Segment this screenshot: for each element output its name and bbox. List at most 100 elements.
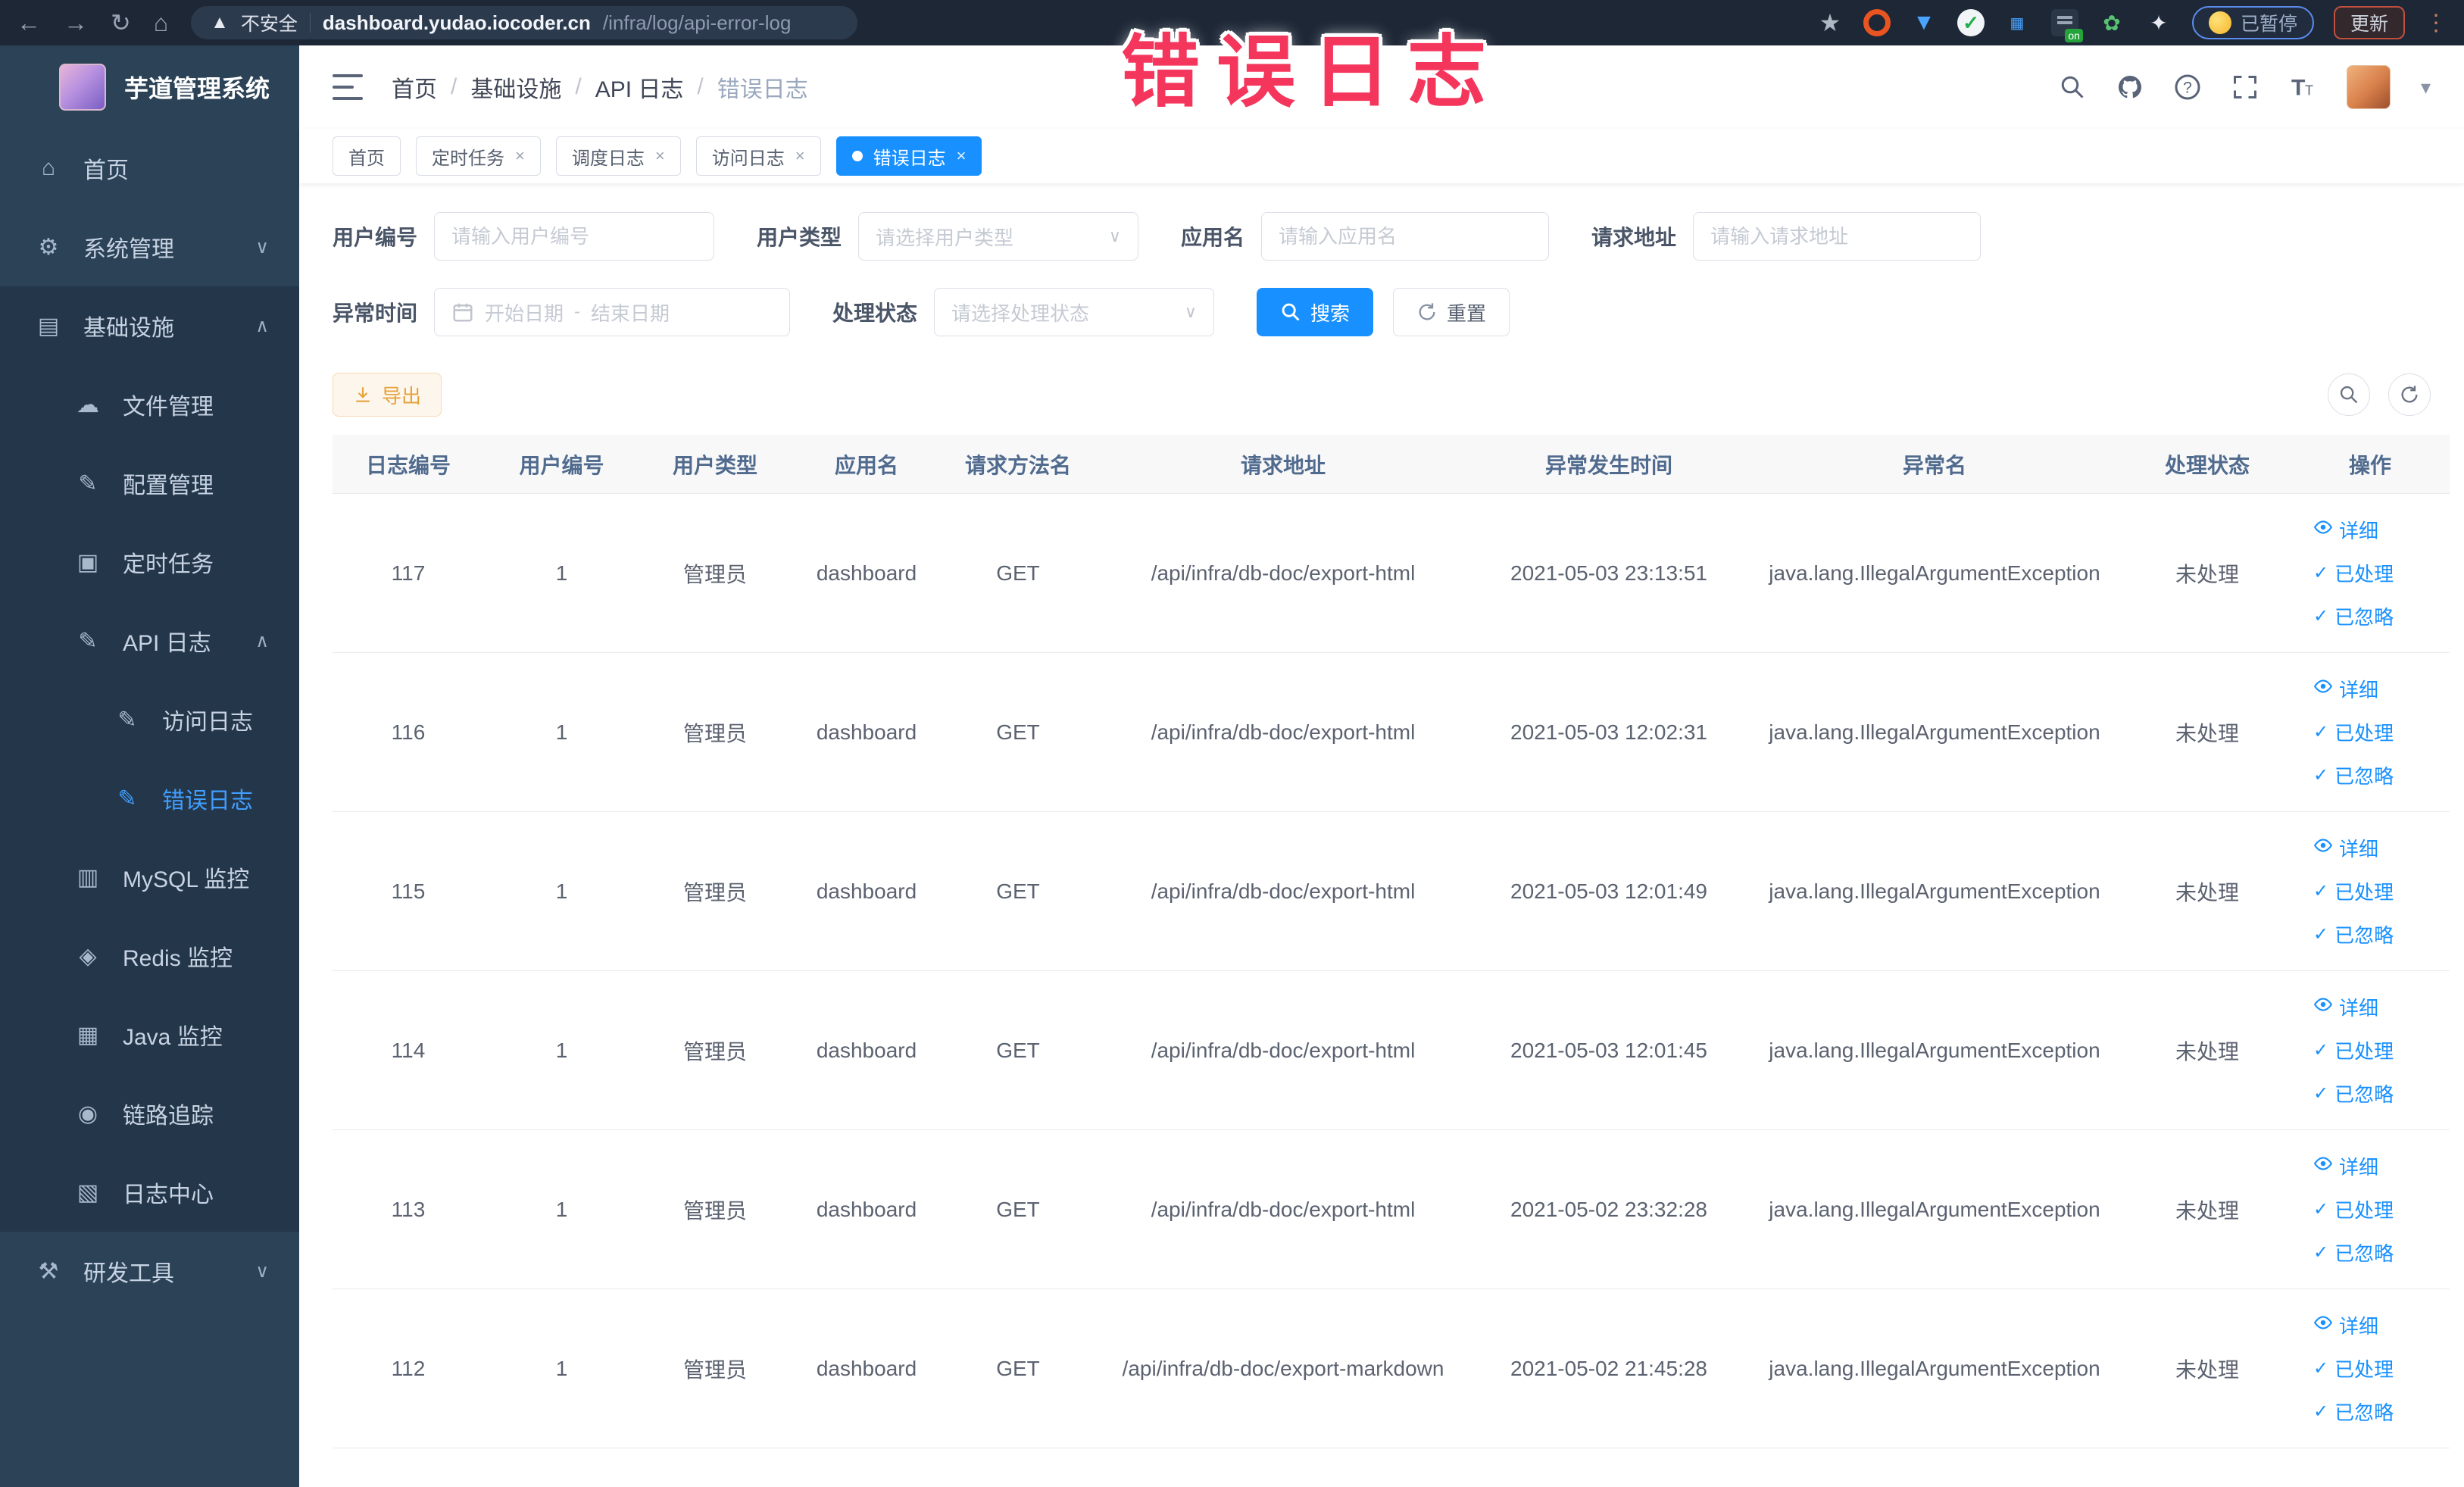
cell-app_name: dashboard (816, 1197, 917, 1221)
action-已处理[interactable]: ✓ 已处理 (2313, 718, 2394, 746)
breadcrumb-item[interactable]: 基础设施 (470, 70, 561, 104)
action-已处理[interactable]: ✓ 已处理 (2313, 1036, 2394, 1064)
action-详细[interactable]: 详细 (2313, 834, 2378, 862)
sidebar-item-home[interactable]: ⌂ 首页 (0, 129, 299, 208)
extension-shield-icon[interactable]: ▼ (1910, 9, 1938, 36)
eye-icon (2313, 1313, 2333, 1338)
tab-调度日志[interactable]: 调度日志 × (555, 136, 681, 176)
update-button[interactable]: 更新 (2333, 6, 2405, 39)
sidebar-item-redis-monitor[interactable]: ◈ Redis 监控 (0, 917, 299, 995)
extension-on-icon[interactable]: on (2050, 9, 2083, 42)
process-status-select[interactable]: 请选择处理状态 ∨ (934, 288, 1215, 336)
action-已忽略[interactable]: ✓ 已忽略 (2313, 1239, 2394, 1267)
sidebar-item-trace[interactable]: ◉ 链路追踪 (0, 1074, 299, 1153)
user-avatar[interactable] (2346, 65, 2391, 109)
action-详细[interactable]: 详细 (2313, 675, 2378, 703)
paused-badge[interactable]: 已暂停 (2191, 6, 2314, 39)
app-name-input[interactable] (1279, 224, 1532, 248)
table-row: 112 1 管理员 dashboard GET/api/infra/db-doc/exp… (333, 1289, 2450, 1448)
back-icon[interactable]: ← (17, 11, 41, 35)
cell-user_type: 管理员 (682, 721, 747, 745)
request-url-input[interactable] (1710, 224, 1964, 248)
browser-menu-icon[interactable]: ⋮ (2425, 10, 2447, 36)
breadcrumb-item[interactable]: API 日志 (595, 70, 684, 104)
sidebar-item-access-log[interactable]: ✎ 访问日志 (0, 680, 299, 759)
action-已处理[interactable]: ✓ 已处理 (2313, 1354, 2394, 1382)
action-已忽略[interactable]: ✓ 已忽略 (2313, 602, 2394, 630)
extension-leaf-icon[interactable]: ✿ (2098, 9, 2125, 36)
close-icon[interactable]: × (515, 146, 525, 166)
date-range-picker[interactable]: 开始日期 - 结束日期 (434, 288, 791, 336)
action-已忽略[interactable]: ✓ 已忽略 (2313, 1398, 2394, 1426)
action-已处理[interactable]: ✓ 已处理 (2313, 559, 2394, 587)
sidebar-item-cron-job[interactable]: ▣ 定时任务 (0, 523, 299, 601)
close-icon[interactable]: × (655, 146, 665, 166)
cell-exception: java.lang.IllegalArgumentException (1769, 1038, 2100, 1062)
extensions-puzzle-icon[interactable]: ✦ (2145, 9, 2172, 36)
sidebar-item-java-monitor[interactable]: ▦ Java 监控 (0, 995, 299, 1074)
extension-grid-icon[interactable]: ▦ (2004, 9, 2031, 36)
cell-url: /api/infra/db-doc/export-html (1151, 1038, 1416, 1062)
home-icon[interactable]: ⌂ (154, 11, 168, 35)
action-详细[interactable]: 详细 (2313, 993, 2378, 1021)
tab-访问日志[interactable]: 访问日志 × (695, 136, 821, 176)
toggle-search-button[interactable] (2328, 373, 2370, 416)
action-label: 详细 (2339, 679, 2379, 701)
action-详细[interactable]: 详细 (2313, 516, 2378, 544)
refresh-table-button[interactable] (2388, 373, 2431, 416)
action-已处理[interactable]: ✓ 已处理 (2313, 877, 2394, 905)
close-icon[interactable]: × (795, 146, 805, 166)
export-button[interactable]: 导出 (333, 373, 442, 417)
action-已忽略[interactable]: ✓ 已忽略 (2313, 761, 2394, 789)
action-详细[interactable]: 详细 (2313, 1311, 2378, 1339)
sidebar-item-config-mgmt[interactable]: ✎ 配置管理 (0, 444, 299, 523)
action-已处理[interactable]: ✓ 已处理 (2313, 1195, 2394, 1223)
chevron-down-icon[interactable]: ▾ (2421, 76, 2431, 99)
sidebar-item-system-mgmt[interactable]: ⚙ 系统管理 ∨ (0, 208, 299, 286)
action-label: 详细 (2339, 1156, 2379, 1179)
close-icon[interactable]: × (957, 146, 967, 166)
export-button-label: 导出 (382, 384, 422, 408)
collapse-sidebar-icon[interactable] (333, 74, 363, 100)
logo-row[interactable]: 芋道管理系统 (0, 45, 299, 129)
search-button[interactable]: 搜索 (1257, 288, 1374, 336)
github-icon[interactable] (2116, 73, 2144, 101)
tab-定时任务[interactable]: 定时任务 × (416, 136, 541, 176)
tab-错误日志[interactable]: 错误日志 × (835, 136, 982, 176)
forward-icon[interactable]: → (64, 11, 88, 35)
sidebar-item-label: Java 监控 (123, 1025, 223, 1050)
action-label: 详细 (2339, 997, 2379, 1020)
cell-app_name: dashboard (816, 1356, 917, 1380)
address-bar[interactable]: ▲ 不安全 dashboard.yudao.iocoder.cn/infra/l… (191, 6, 858, 39)
search-icon[interactable] (2059, 73, 2086, 101)
action-已忽略[interactable]: ✓ 已忽略 (2313, 1079, 2394, 1107)
user-id-input[interactable] (451, 224, 698, 248)
fullscreen-icon[interactable] (2231, 73, 2259, 101)
table-row: 116 1 管理员 dashboard GET/api/infra/db-doc/exp… (333, 653, 2450, 812)
extension-orange-icon[interactable] (1863, 9, 1891, 36)
sidebar-item-log-center[interactable]: ▧ 日志中心 (0, 1153, 299, 1232)
cell-user_id: 1 (555, 1038, 568, 1062)
sidebar-item-file-mgmt[interactable]: ☁ 文件管理 (0, 365, 299, 444)
font-size-icon[interactable]: TT (2289, 73, 2316, 101)
user-type-select[interactable]: 请选择用户类型 ∨ (858, 212, 1139, 261)
cell-actions: 详细 ✓ 已处理 ✓ 已忽略 (2291, 993, 2450, 1107)
reset-button[interactable]: 重置 (1393, 288, 1510, 336)
sidebar-item-dev-tools[interactable]: ⚒ 研发工具 ∨ (0, 1232, 299, 1310)
chevron-up-icon: ∧ (255, 630, 269, 651)
action-已忽略[interactable]: ✓ 已忽略 (2313, 920, 2394, 948)
extension-check-icon[interactable]: ✓ (1957, 9, 1985, 36)
bookmark-star-icon[interactable]: ★ (1816, 9, 1844, 36)
sidebar-item-api-log[interactable]: ✎ API 日志 ∧ (0, 601, 299, 680)
sidebar-item-error-log[interactable]: ✎ 错误日志 (0, 759, 299, 838)
tab-首页[interactable]: 首页 (333, 136, 401, 176)
sidebar-item-infrastructure[interactable]: ▤ 基础设施 ∧ (0, 286, 299, 365)
cell-method: GET (996, 1038, 1040, 1062)
action-详细[interactable]: 详细 (2313, 1152, 2378, 1180)
reload-icon[interactable]: ↻ (111, 11, 131, 35)
help-icon[interactable]: ? (2174, 73, 2201, 101)
sidebar-item-mysql-monitor[interactable]: ▥ MySQL 监控 (0, 838, 299, 917)
breadcrumb-item[interactable]: 首页 (392, 70, 437, 104)
action-label: 已忽略 (2334, 924, 2394, 947)
cell-user_id: 1 (555, 1356, 568, 1380)
